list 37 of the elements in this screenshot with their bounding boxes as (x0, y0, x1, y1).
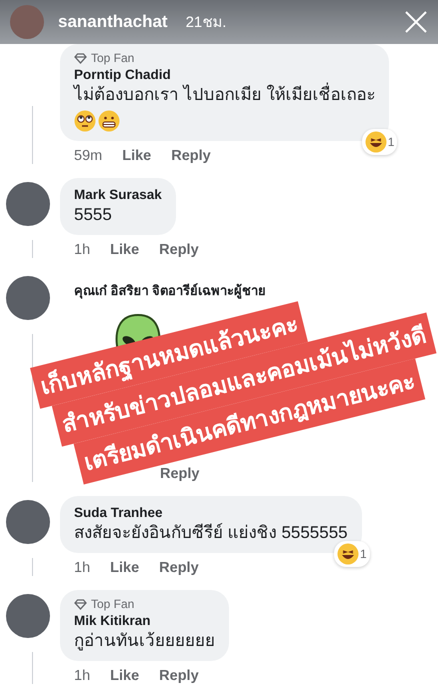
reaction-count[interactable]: 1 (334, 541, 370, 568)
top-fan-label: Top Fan (91, 51, 134, 65)
like-link[interactable]: Like (110, 560, 140, 580)
comment-text: กูอ่านทันเว้ยยยยยย (74, 630, 215, 652)
comment-time: 1h (74, 668, 90, 686)
comment-time: 59m (74, 148, 102, 166)
reply-link[interactable]: Reply (159, 242, 199, 262)
commenter-name[interactable]: Porntip Chadid (74, 67, 376, 82)
like-link[interactable]: Like (110, 242, 140, 262)
story-time: 21ชม. (186, 13, 226, 33)
commenter-name[interactable]: Mik Kitikran (74, 613, 215, 628)
comment-time: 1h (74, 560, 90, 578)
laughing-face-icon (336, 543, 359, 566)
comment-time: 1h (74, 242, 90, 260)
grimace-face-icon (98, 110, 120, 132)
like-link[interactable]: Like (122, 148, 152, 168)
avatar-photo-placeholder[interactable] (6, 500, 50, 544)
commenter-name[interactable]: Suda Tranhee (74, 505, 348, 520)
laughing-face-icon (364, 131, 387, 154)
commenter-name[interactable]: Mark Surasak (74, 187, 162, 202)
commenter-name[interactable]: คุณเก๋ อิสริยา จิตอารีย์เฉพาะผู้ชาย (60, 272, 438, 302)
top-fan-label: Top Fan (91, 597, 134, 612)
story-username[interactable]: sananthachat (58, 12, 168, 32)
comment-text: ไม่ต้องบอกเรา ไปบอกเมีย ให้เมียเชื่อเถอะ (74, 84, 376, 106)
reaction-count[interactable]: 1 (362, 129, 398, 156)
diamond-icon (74, 598, 87, 610)
diamond-icon (74, 52, 87, 64)
avatar-photo-placeholder[interactable] (6, 182, 50, 226)
avatar-photo-placeholder[interactable] (6, 276, 50, 320)
eye-roll-face-icon (74, 110, 96, 132)
reply-link[interactable]: Reply (159, 668, 199, 688)
avatar-photo-placeholder[interactable] (6, 594, 50, 638)
reply-link[interactable]: Reply (159, 560, 199, 580)
reply-link[interactable]: Reply (171, 148, 211, 168)
comment-text: 5555 (74, 204, 113, 226)
like-link[interactable]: Like (110, 668, 140, 688)
close-icon[interactable] (404, 10, 428, 34)
